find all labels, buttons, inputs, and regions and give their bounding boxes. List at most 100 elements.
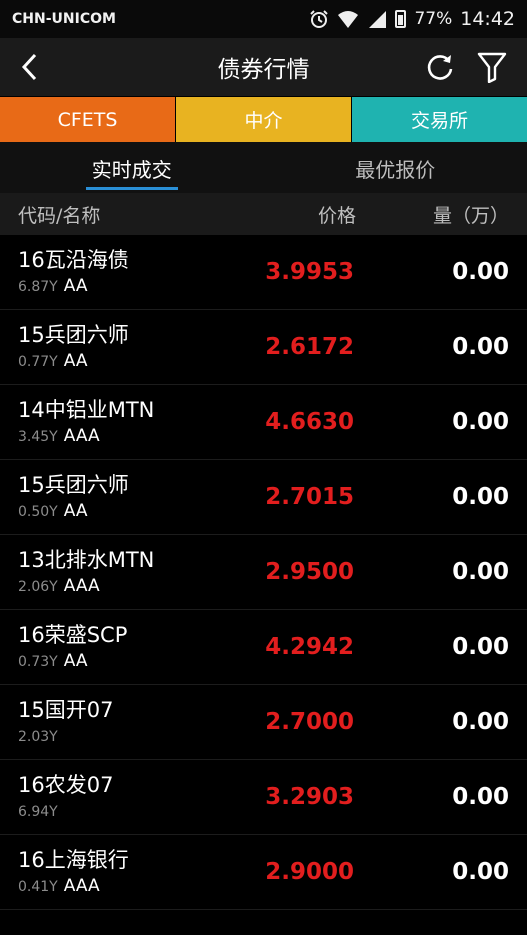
refresh-icon — [427, 55, 453, 80]
back-button[interactable] — [0, 38, 60, 96]
bond-name: 14中铝业MTN — [18, 397, 155, 422]
bond-rating: AAA — [63, 425, 100, 446]
table-row[interactable]: 15国开07 2.03Y 2.7000 0.00 — [0, 685, 527, 760]
table-row[interactable]: 16荣盛SCP 0.73Y AA 4.2942 0.00 — [0, 610, 527, 685]
bond-volume: 0.00 — [452, 859, 509, 885]
table-row[interactable]: 15兵团六师 0.77Y AA 2.6172 0.00 — [0, 310, 527, 385]
clock: 14:42 — [460, 8, 515, 30]
bond-identity: 16农发07 6.94Y — [18, 771, 218, 824]
bond-name: 15兵团六师 — [18, 322, 129, 347]
bond-volume: 0.00 — [452, 559, 509, 585]
filter-icon — [477, 52, 507, 83]
bond-rating: AA — [63, 650, 88, 671]
market-tabs: CFETS 中介 交易所 — [0, 96, 527, 143]
bond-volume: 0.00 — [452, 784, 509, 810]
bond-rating: AA — [63, 500, 88, 521]
bond-term: 0.41Y — [18, 878, 58, 895]
bond-term: 6.94Y — [18, 803, 58, 820]
bond-price: 3.9953 — [265, 259, 354, 285]
tab-best-quotes[interactable]: 最优报价 — [264, 143, 527, 193]
column-price-header[interactable]: 价格 — [218, 201, 356, 228]
bond-term: 6.87Y — [18, 278, 58, 295]
bond-identity: 15兵团六师 0.50Y AA — [18, 471, 218, 524]
bond-identity: 16荣盛SCP 0.73Y AA — [18, 621, 218, 674]
table-row[interactable]: 13北排水MTN 2.06Y AAA 2.9500 0.00 — [0, 535, 527, 610]
battery-icon — [395, 10, 407, 28]
bond-term: 0.50Y — [18, 503, 58, 520]
table-row[interactable]: 14中铝业MTN 3.45Y AAA 4.6630 0.00 — [0, 385, 527, 460]
status-indicators: 77% 14:42 — [309, 8, 515, 30]
app-bar: 债券行情 — [0, 38, 527, 96]
bond-volume: 0.00 — [452, 484, 509, 510]
bond-term: 0.77Y — [18, 353, 58, 370]
bond-rating: AAA — [63, 575, 100, 596]
bond-meta: 0.41Y AAA — [18, 874, 218, 899]
status-bar: CHN-UNICOM 77% 14:42 — [0, 0, 527, 38]
tab-broker[interactable]: 中介 — [176, 97, 352, 142]
app-bar-actions — [423, 50, 527, 84]
bond-meta: 6.94Y — [18, 799, 218, 824]
bond-meta: 0.77Y AA — [18, 349, 218, 374]
tab-realtime-trades[interactable]: 实时成交 — [0, 143, 264, 193]
wifi-icon — [338, 11, 359, 28]
bond-term: 2.06Y — [18, 578, 58, 595]
bond-meta: 0.73Y AA — [18, 649, 218, 674]
alarm-icon — [310, 10, 329, 28]
table-row[interactable]: 16上海银行 0.41Y AAA 2.9000 0.00 — [0, 835, 527, 910]
tab-realtime-trades-label: 实时成交 — [91, 157, 172, 182]
bond-price: 4.2942 — [265, 634, 354, 660]
bond-rating: AA — [63, 275, 88, 296]
tab-best-quotes-label: 最优报价 — [355, 157, 436, 182]
bond-name: 16瓦沿海债 — [18, 247, 129, 272]
bond-term: 2.03Y — [18, 728, 58, 745]
bond-name: 16农发07 — [18, 772, 114, 797]
bond-identity: 14中铝业MTN 3.45Y AAA — [18, 396, 218, 449]
bond-list: 16瓦沿海债 6.87Y AA 3.9953 0.00 15兵团六师 0.77Y A… — [0, 235, 527, 910]
bond-term: 0.73Y — [18, 653, 58, 670]
active-tab-indicator — [85, 187, 178, 190]
bond-volume: 0.00 — [452, 709, 509, 735]
refresh-button[interactable] — [423, 50, 457, 84]
signal-icon — [369, 11, 387, 28]
bond-name: 15兵团六师 — [18, 472, 129, 497]
column-name-header[interactable]: 代码/名称 — [18, 201, 218, 228]
table-row[interactable]: 16农发07 6.94Y 3.2903 0.00 — [0, 760, 527, 835]
tab-cfets[interactable]: CFETS — [0, 97, 176, 142]
bond-volume: 0.00 — [452, 409, 509, 435]
back-chevron-icon — [21, 53, 37, 81]
bond-volume: 0.00 — [452, 634, 509, 660]
bond-name: 15国开07 — [18, 697, 114, 722]
bond-price: 2.7015 — [265, 484, 354, 510]
bond-name: 16上海银行 — [18, 847, 129, 872]
column-header: 代码/名称 价格 量（万） — [0, 193, 527, 235]
bond-price: 2.6172 — [265, 334, 354, 360]
filter-button[interactable] — [475, 50, 509, 84]
bond-name: 16荣盛SCP — [18, 622, 128, 647]
bond-price: 2.9000 — [265, 859, 354, 885]
bond-identity: 16瓦沿海债 6.87Y AA — [18, 246, 218, 299]
bond-volume: 0.00 — [452, 334, 509, 360]
bond-meta: 6.87Y AA — [18, 274, 218, 299]
bond-identity: 15兵团六师 0.77Y AA — [18, 321, 218, 374]
bond-price: 3.2903 — [265, 784, 354, 810]
bond-term: 3.45Y — [18, 428, 58, 445]
sub-tabs: 实时成交 最优报价 — [0, 143, 527, 193]
bond-identity: 16上海银行 0.41Y AAA — [18, 846, 218, 899]
table-row[interactable]: 16瓦沿海债 6.87Y AA 3.9953 0.00 — [0, 235, 527, 310]
bond-meta: 3.45Y AAA — [18, 424, 218, 449]
bond-name: 13北排水MTN — [18, 547, 155, 572]
table-row[interactable]: 15兵团六师 0.50Y AA 2.7015 0.00 — [0, 460, 527, 535]
bond-identity: 13北排水MTN 2.06Y AAA — [18, 546, 218, 599]
bond-price: 2.7000 — [265, 709, 354, 735]
bond-volume: 0.00 — [452, 259, 509, 285]
bond-identity: 15国开07 2.03Y — [18, 696, 218, 749]
bond-price: 2.9500 — [265, 559, 354, 585]
bond-meta: 0.50Y AA — [18, 499, 218, 524]
bond-meta: 2.03Y — [18, 724, 218, 749]
battery-level: 77% — [414, 9, 453, 29]
bond-price: 4.6630 — [265, 409, 354, 435]
bond-rating: AA — [63, 350, 88, 371]
tab-exchange[interactable]: 交易所 — [352, 97, 527, 142]
carrier-name: CHN-UNICOM — [12, 11, 116, 27]
column-volume-header[interactable]: 量（万） — [356, 201, 509, 228]
